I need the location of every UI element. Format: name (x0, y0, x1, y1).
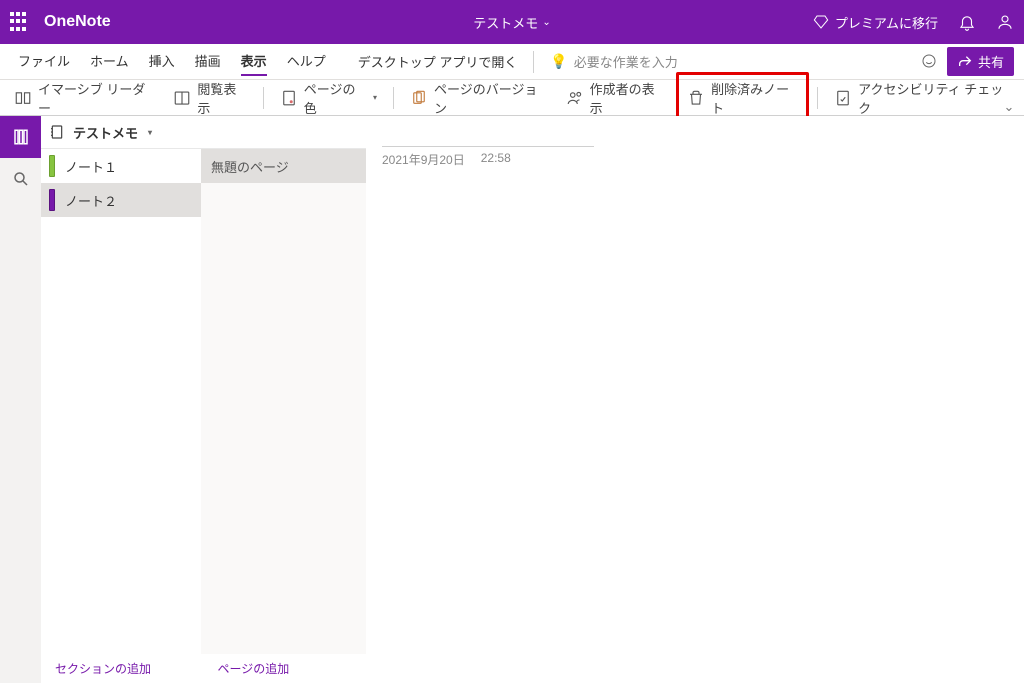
nav-footer: セクションの追加 ページの追加 (41, 654, 366, 683)
reading-view-button[interactable]: 閲覧表示 (165, 75, 254, 121)
accessibility-label: アクセシビリティ チェック (858, 79, 1010, 117)
ribbon-far-right: 共有 (921, 47, 1014, 76)
tab-view[interactable]: 表示 (241, 47, 267, 76)
ribbon-commands: イマーシブ リーダー 閲覧表示 ページの色 ▾ ページのバージョン 作成者の表示… (0, 80, 1024, 116)
notebook-title-dropdown[interactable]: テストメモ ⌄ (473, 13, 550, 32)
section-color-tab (49, 155, 55, 177)
page-versions-label: ページのバージョン (434, 79, 546, 117)
nav-notebooks-button[interactable] (0, 116, 41, 158)
immersive-reader-label: イマーシブ リーダー (38, 79, 153, 117)
section-item[interactable]: ノート１ (41, 149, 201, 183)
page-versions-icon (410, 89, 428, 107)
page-color-label: ページの色 (304, 79, 365, 117)
body-area: テストメモ ▾ ノート１ ノート２ 無題のページ セクションの追加 (0, 116, 1024, 683)
add-page-button[interactable]: ページの追加 (204, 660, 367, 677)
page-color-icon (280, 89, 298, 107)
tab-help[interactable]: ヘルプ (287, 47, 326, 76)
immersive-reader-icon (14, 89, 32, 107)
deleted-notes-label: 削除済みノート (711, 79, 798, 117)
premium-label: プレミアムに移行 (835, 13, 938, 32)
show-authors-label: 作成者の表示 (590, 79, 664, 117)
page-date: 2021年9月20日 (382, 151, 465, 168)
trash-icon (687, 89, 705, 107)
sections-list: ノート１ ノート２ (41, 149, 201, 654)
separator (263, 87, 264, 109)
chevron-down-icon: ▾ (373, 93, 377, 102)
section-label: ノート１ (65, 157, 117, 176)
diamond-icon (813, 14, 829, 30)
page-versions-button[interactable]: ページのバージョン (402, 75, 554, 121)
navigation-column: テストメモ ▾ ノート１ ノート２ 無題のページ セクションの追加 (41, 116, 366, 683)
page-label: 無題のページ (211, 157, 289, 176)
notebook-icon (49, 124, 65, 140)
pages-list: 無題のページ (201, 149, 366, 654)
share-label: 共有 (978, 52, 1004, 71)
nav-search-button[interactable] (0, 158, 41, 200)
immersive-reader-button[interactable]: イマーシブ リーダー (6, 75, 161, 121)
share-icon (957, 54, 973, 70)
premium-button[interactable]: プレミアムに移行 (813, 13, 938, 32)
title-bar-right: プレミアムに移行 (813, 13, 1014, 32)
ribbon-extras: デスクトップ アプリで開く 💡 必要な作業を入力 (358, 51, 678, 73)
notebook-header-label: テストメモ (73, 123, 138, 142)
search-icon (12, 170, 30, 188)
notebook-header-dropdown[interactable]: テストメモ ▾ (41, 116, 366, 149)
page-color-button[interactable]: ページの色 ▾ (272, 75, 385, 121)
page-canvas[interactable]: 2021年9月20日 22:58 (366, 116, 1024, 683)
tell-me-placeholder: 必要な作業を入力 (574, 52, 678, 71)
section-color-tab (49, 189, 55, 211)
tab-insert[interactable]: 挿入 (149, 47, 175, 76)
app-name: OneNote (44, 13, 111, 31)
tab-home[interactable]: ホーム (90, 47, 129, 76)
open-in-desktop-button[interactable]: デスクトップ アプリで開く (358, 52, 518, 71)
reading-view-icon (173, 89, 191, 107)
navigation-icon (12, 128, 30, 146)
separator (817, 87, 818, 109)
tab-file[interactable]: ファイル (18, 47, 70, 76)
section-label: ノート２ (65, 191, 117, 210)
feedback-icon[interactable] (921, 53, 937, 71)
notebook-lists: ノート１ ノート２ 無題のページ (41, 149, 366, 654)
page-item[interactable]: 無題のページ (201, 149, 366, 183)
share-button[interactable]: 共有 (947, 47, 1014, 76)
page-time: 22:58 (481, 151, 511, 168)
tab-draw[interactable]: 描画 (195, 47, 221, 76)
separator (393, 87, 394, 109)
title-bar: OneNote テストメモ ⌄ プレミアムに移行 (0, 0, 1024, 44)
chevron-down-icon: ⌄ (542, 17, 550, 28)
user-icon[interactable] (996, 13, 1014, 31)
chevron-down-icon: ▾ (148, 128, 152, 137)
add-section-button[interactable]: セクションの追加 (41, 660, 204, 677)
separator (533, 51, 534, 73)
app-launcher-icon[interactable] (10, 12, 30, 32)
ribbon-expand-icon[interactable]: ⌄ (1000, 101, 1018, 115)
notebook-title: テストメモ (473, 13, 538, 32)
tell-me-search[interactable]: 💡 必要な作業を入力 (550, 52, 677, 71)
accessibility-icon (834, 89, 852, 107)
section-item[interactable]: ノート２ (41, 183, 201, 217)
reading-view-label: 閲覧表示 (197, 79, 246, 117)
page-date-row: 2021年9月20日 22:58 (382, 146, 594, 168)
lightbulb-icon: 💡 (550, 53, 567, 70)
left-rail (0, 116, 41, 683)
accessibility-button[interactable]: アクセシビリティ チェック (826, 75, 1018, 121)
bell-icon[interactable] (958, 13, 976, 31)
show-authors-button[interactable]: 作成者の表示 (558, 75, 672, 121)
ribbon-tabs: ファイル ホーム 挿入 描画 表示 ヘルプ (10, 47, 326, 76)
authors-icon (566, 89, 584, 107)
